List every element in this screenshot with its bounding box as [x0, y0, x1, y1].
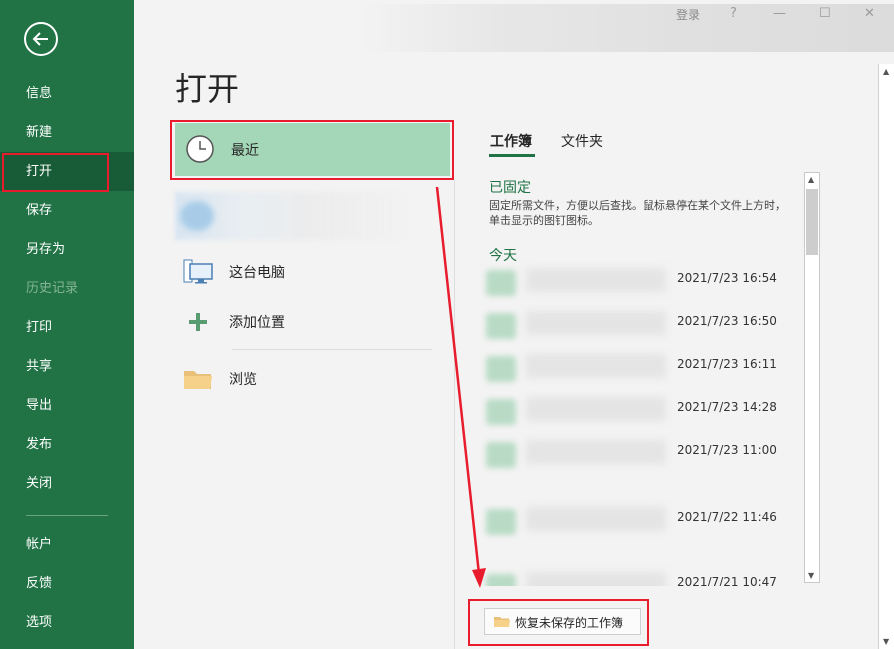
file-modified-time: 2021/7/21 10:47: [677, 575, 777, 586]
file-row[interactable]: 2021/7/23 16:11: [480, 348, 800, 388]
location-this-pc-label: 这台电脑: [229, 265, 285, 281]
file-row[interactable]: 2021/7/23 16:54: [480, 262, 800, 302]
pane-divider: [454, 180, 455, 649]
title-bar-background: [360, 4, 894, 52]
file-modified-time: 2021/7/23 14:28: [677, 400, 777, 414]
page-scroll-up-icon[interactable]: ▲: [883, 67, 889, 76]
tab-workbooks[interactable]: 工作簿: [490, 131, 532, 151]
nav-share[interactable]: 共享: [0, 347, 134, 386]
backstage-sidebar: 信息 新建 打开 保存 另存为 历史记录 打印 共享 导出 发布 关闭 帐户 反…: [0, 0, 134, 649]
annotation-box-open: [2, 153, 109, 192]
location-add-place[interactable]: 添加位置: [175, 302, 437, 342]
excel-file-icon: [486, 509, 516, 535]
sidebar-divider: [26, 515, 108, 516]
file-modified-time: 2021/7/23 16:50: [677, 314, 777, 328]
back-arrow-icon: [32, 32, 48, 46]
file-modified-time: 2021/7/23 16:11: [677, 357, 777, 371]
scroll-down-icon[interactable]: ▼: [808, 571, 814, 580]
file-row[interactable]: 2021/7/22 11:46: [480, 501, 800, 541]
file-name-blurred: [526, 354, 666, 378]
pinned-description: 固定所需文件，方便以后查找。鼠标悬停在某个文件上方时，单击显示的图钉图标。: [489, 199, 786, 227]
nav-new[interactable]: 新建: [0, 113, 134, 152]
sign-in-link[interactable]: 登录: [676, 6, 700, 23]
nav-info[interactable]: 信息: [0, 74, 134, 113]
folder-icon: [184, 371, 212, 389]
nav-close[interactable]: 关闭: [0, 464, 134, 503]
minimize-button[interactable]: —: [773, 6, 786, 21]
cloud-account-icon: [180, 201, 214, 231]
tab-folders[interactable]: 文件夹: [561, 131, 603, 151]
file-list-scrollbar[interactable]: ▲ ▼: [804, 172, 820, 583]
nav-publish[interactable]: 发布: [0, 425, 134, 464]
scrollbar-thumb[interactable]: [806, 189, 818, 255]
file-name-blurred: [526, 440, 666, 464]
excel-file-icon: [486, 356, 516, 382]
nav-save-as[interactable]: 另存为: [0, 230, 134, 269]
restore-button[interactable]: ☐: [819, 6, 831, 21]
file-name-blurred: [526, 507, 666, 531]
annotation-box-recover: [468, 599, 649, 646]
excel-file-icon: [486, 313, 516, 339]
recent-files-list: 2021/7/23 16:54 2021/7/23 16:50 2021/7/2…: [470, 260, 810, 586]
excel-file-icon: [486, 574, 516, 586]
location-browse[interactable]: 浏览: [175, 359, 437, 399]
file-row[interactable]: 2021/7/21 10:47: [480, 566, 800, 586]
file-modified-time: 2021/7/23 16:54: [677, 271, 777, 285]
excel-file-icon: [486, 442, 516, 468]
annotation-box-recent: [170, 120, 454, 180]
excel-file-icon: [486, 399, 516, 425]
computer-icon: [183, 259, 213, 284]
nav-print[interactable]: 打印: [0, 308, 134, 347]
close-window-button[interactable]: ✕: [864, 6, 875, 21]
location-browse-label: 浏览: [229, 372, 257, 388]
file-row[interactable]: 2021/7/23 16:50: [480, 305, 800, 345]
nav-history: 历史记录: [26, 281, 79, 296]
pinned-heading: 已固定: [489, 180, 531, 196]
help-button[interactable]: ?: [730, 6, 737, 21]
location-this-pc[interactable]: 这台电脑: [175, 252, 437, 292]
file-name-blurred: [526, 311, 666, 335]
excel-file-icon: [486, 270, 516, 296]
file-row[interactable]: 2021/7/23 14:28: [480, 391, 800, 431]
nav-export[interactable]: 导出: [0, 386, 134, 425]
page-scroll-down-icon[interactable]: ▼: [883, 637, 889, 646]
file-name-blurred: [526, 572, 666, 586]
file-name-blurred: [526, 268, 666, 292]
locations-divider: [232, 349, 432, 350]
file-modified-time: 2021/7/23 11:00: [677, 443, 777, 457]
file-row[interactable]: 2021/7/23 11:00: [480, 434, 800, 474]
nav-options[interactable]: 选项: [0, 603, 134, 642]
back-button[interactable]: [24, 22, 58, 56]
plus-icon: [189, 313, 207, 331]
page-scrollbar[interactable]: ▲ ▼: [878, 64, 894, 649]
page-title: 打开: [175, 70, 240, 108]
nav-feedback[interactable]: 反馈: [0, 564, 134, 603]
scroll-up-icon[interactable]: ▲: [808, 175, 814, 184]
file-modified-time: 2021/7/22 11:46: [677, 510, 777, 524]
tab-active-indicator: [489, 154, 535, 157]
location-add-place-label: 添加位置: [229, 315, 285, 331]
nav-save[interactable]: 保存: [0, 191, 134, 230]
file-name-blurred: [526, 397, 666, 421]
nav-account[interactable]: 帐户: [0, 525, 134, 564]
